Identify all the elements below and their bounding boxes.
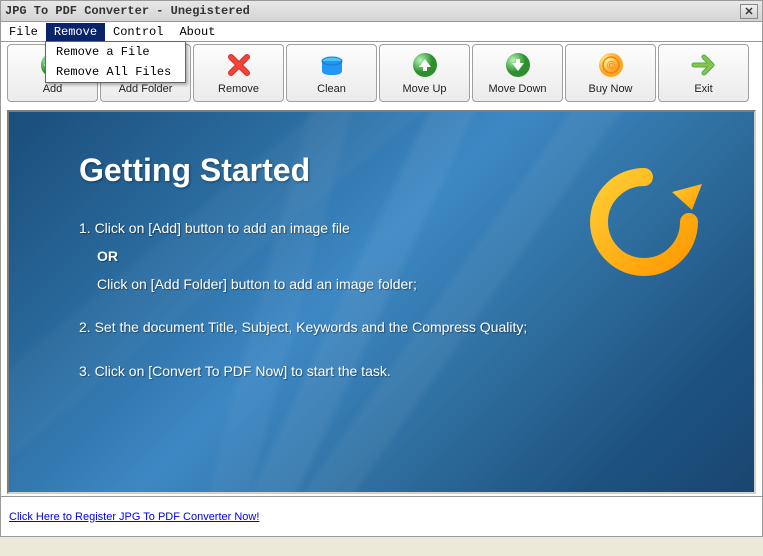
up-icon [411, 51, 439, 79]
menubar: File Remove Control About Remove a File … [0, 22, 763, 42]
remove-icon [225, 51, 253, 79]
buy-now-label: Buy Now [588, 83, 632, 95]
clean-icon [318, 51, 346, 79]
content-area: Getting Started 1. Click on [Add] button… [0, 106, 763, 497]
step-1: 1. Click on [Add] button to add an image… [79, 217, 684, 296]
svg-text:©: © [606, 60, 614, 72]
add-label: Add [43, 83, 63, 95]
move-up-label: Move Up [402, 83, 446, 95]
register-link[interactable]: Click Here to Register JPG To PDF Conver… [9, 511, 259, 523]
step1-line1: 1. Click on [Add] button to add an image… [79, 220, 350, 236]
step1-line2: Click on [Add Folder] button to add an i… [97, 273, 684, 297]
footer: Click Here to Register JPG To PDF Conver… [0, 497, 763, 537]
step-2: 2. Set the document Title, Subject, Keyw… [79, 316, 684, 340]
menu-file[interactable]: File [1, 23, 46, 41]
menu-remove[interactable]: Remove [46, 23, 105, 41]
window-title: JPG To PDF Converter - Unegistered [5, 4, 250, 18]
exit-icon [690, 51, 718, 79]
dropdown-remove-file[interactable]: Remove a File [46, 42, 185, 62]
down-icon [504, 51, 532, 79]
add-folder-label: Add Folder [119, 83, 173, 95]
remove-button[interactable]: Remove [193, 44, 284, 102]
close-button[interactable] [740, 4, 758, 19]
move-down-label: Move Down [488, 83, 546, 95]
step-3: 3. Click on [Convert To PDF Now] to star… [79, 360, 684, 384]
titlebar: JPG To PDF Converter - Unegistered [0, 0, 763, 22]
clean-label: Clean [317, 83, 346, 95]
clean-button[interactable]: Clean [286, 44, 377, 102]
close-icon [745, 7, 753, 15]
buy-now-button[interactable]: © Buy Now [565, 44, 656, 102]
remove-label: Remove [218, 83, 259, 95]
heading: Getting Started [79, 152, 684, 189]
getting-started-panel: Getting Started 1. Click on [Add] button… [7, 110, 756, 494]
remove-dropdown: Remove a File Remove All Files [45, 41, 186, 83]
step1-or: OR [97, 245, 684, 269]
exit-button[interactable]: Exit [658, 44, 749, 102]
exit-label: Exit [694, 83, 712, 95]
move-up-button[interactable]: Move Up [379, 44, 470, 102]
move-down-button[interactable]: Move Down [472, 44, 563, 102]
menu-control[interactable]: Control [105, 23, 171, 41]
dropdown-remove-all[interactable]: Remove All Files [46, 62, 185, 82]
menu-about[interactable]: About [171, 23, 223, 41]
coin-icon: © [597, 51, 625, 79]
